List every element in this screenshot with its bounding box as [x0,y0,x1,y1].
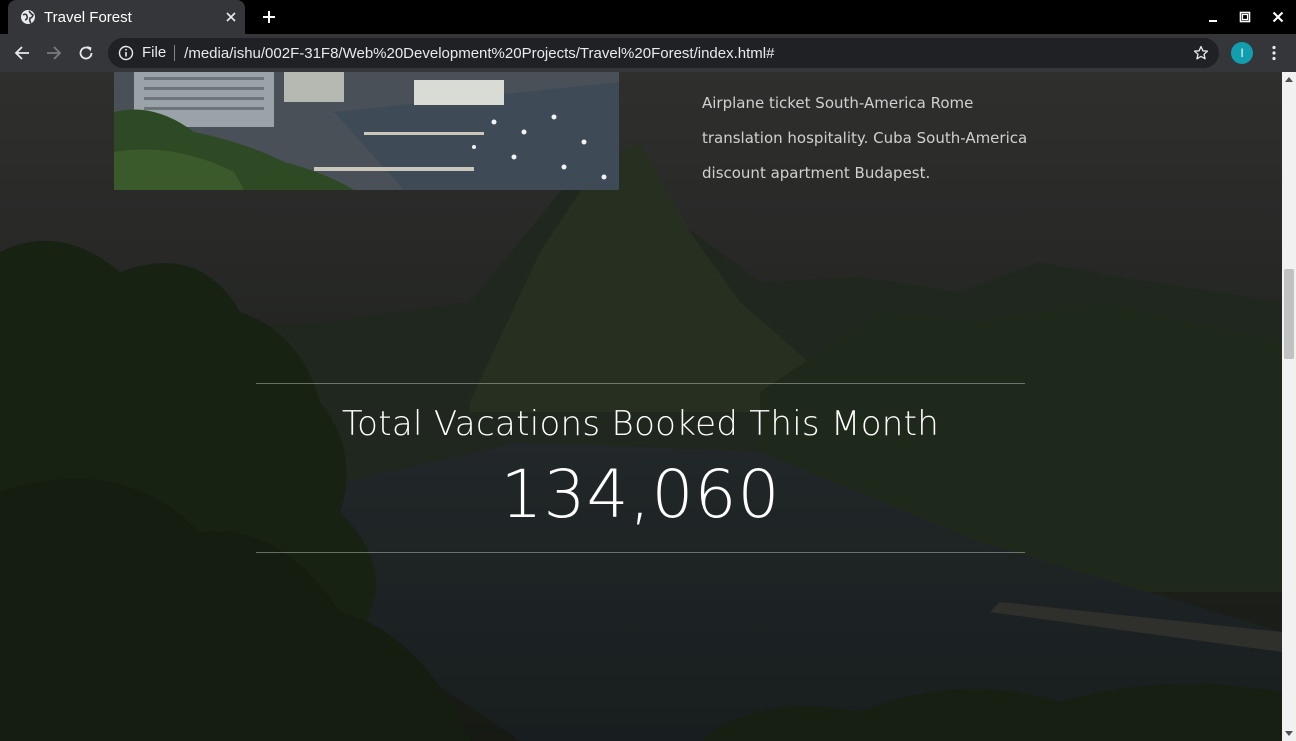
reload-icon[interactable] [72,39,100,67]
browser-tab[interactable]: Travel Forest [8,0,245,34]
back-arrow-icon[interactable] [8,39,36,67]
page-viewport: Airplane ticket South-America Rome trans… [0,72,1282,741]
url-text[interactable]: /media/ishu/002F-31F8/Web%20Development%… [175,45,1189,62]
harbor-city-photo [114,72,619,190]
scroll-down-arrow-icon[interactable] [1282,727,1296,741]
kebab-menu-icon[interactable] [1262,39,1286,67]
scrollbar-thumb[interactable] [1284,269,1294,359]
address-bar[interactable]: File /media/ishu/002F-31F8/Web%20Develop… [108,38,1219,68]
globe-icon [21,10,35,24]
stats-heading: Total Vacations Booked This Month [341,404,940,444]
vacations-booked-count: 134,060 [500,456,781,533]
tab-strip: Travel Forest [0,0,1296,34]
bookmark-star-icon[interactable] [1189,41,1213,65]
feature-description: Airplane ticket South-America Rome trans… [702,94,1028,182]
info-icon[interactable] [118,45,134,61]
page-scrollbar[interactable] [1282,72,1296,741]
profile-avatar[interactable]: I [1231,42,1253,64]
url-scheme-label: File [142,45,176,61]
forward-arrow-icon[interactable] [40,39,68,67]
tab-title: Travel Forest [44,8,132,26]
booking-stats-section: Total Vacations Booked This Month 134,06… [256,383,1025,553]
close-tab-icon[interactable] [219,5,243,29]
plus-icon[interactable] [257,5,281,29]
browser-toolbar: File /media/ishu/002F-31F8/Web%20Develop… [0,34,1296,72]
scroll-up-arrow-icon[interactable] [1282,72,1296,86]
close-window-icon[interactable] [1266,5,1290,29]
minimize-icon[interactable] [1201,5,1225,29]
maximize-icon[interactable] [1233,5,1257,29]
